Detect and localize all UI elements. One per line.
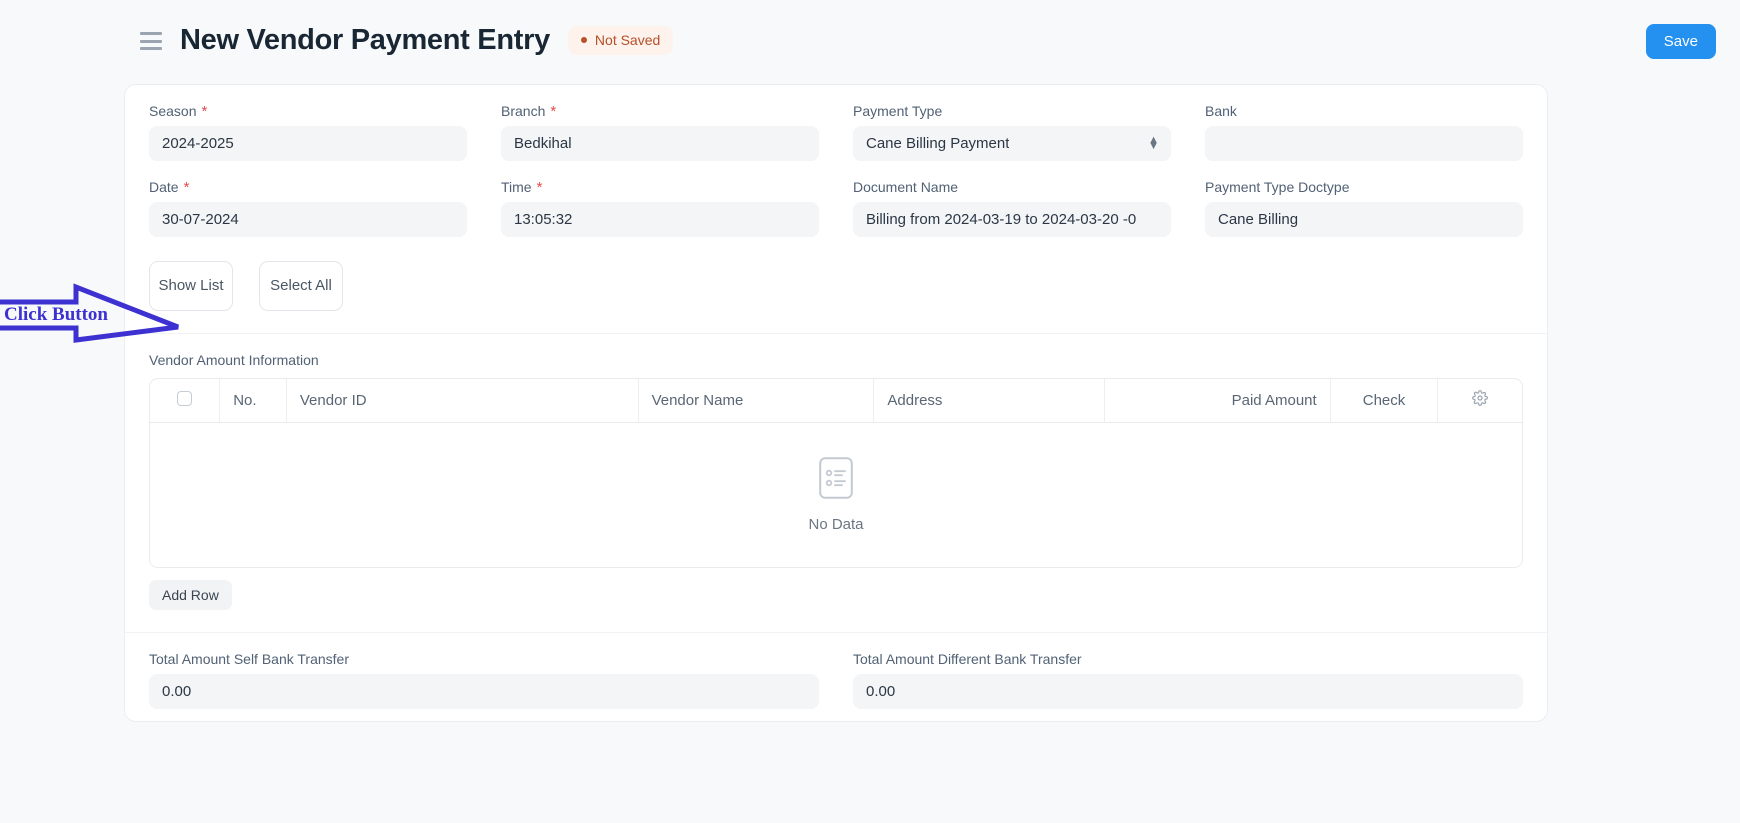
total-self-bank-input[interactable]: 0.00 xyxy=(149,674,819,709)
payment-type-doctype-input[interactable]: Cane Billing xyxy=(1205,202,1523,237)
save-button[interactable]: Save xyxy=(1645,24,1716,59)
date-input[interactable]: 30-07-2024 xyxy=(149,202,467,237)
time-input[interactable]: 13:05:32 xyxy=(501,202,819,237)
th-vendor-name: Vendor Name xyxy=(638,379,875,423)
vendor-table: No. Vendor ID Vendor Name Address Paid A… xyxy=(149,378,1523,568)
totals-grid: Total Amount Self Bank Transfer 0.00 Tot… xyxy=(149,651,1523,709)
field-branch: Branch * Bedkihal xyxy=(501,103,819,161)
document-list-icon xyxy=(819,457,853,504)
th-settings xyxy=(1437,379,1522,423)
table-header-row: No. Vendor ID Vendor Name Address Paid A… xyxy=(150,379,1522,423)
vendor-grid-section: Vendor Amount Information No. Vendor ID … xyxy=(125,333,1547,632)
payment-type-select[interactable]: Cane Billing Payment ▲ ▼ xyxy=(853,126,1171,161)
vendor-grid-label: Vendor Amount Information xyxy=(149,352,319,368)
required-marker: * xyxy=(183,178,190,196)
select-all-button[interactable]: Select All xyxy=(259,261,343,311)
th-check: Check xyxy=(1330,379,1439,423)
action-button-row: Show List Select All xyxy=(149,261,1523,311)
field-season: Season * 2024-2025 xyxy=(149,103,467,161)
field-label-branch: Branch * xyxy=(501,102,557,120)
field-label-total-different-bank: Total Amount Different Bank Transfer xyxy=(853,651,1082,667)
required-marker: * xyxy=(550,102,557,120)
field-total-self-bank: Total Amount Self Bank Transfer 0.00 xyxy=(149,651,819,709)
gear-icon[interactable] xyxy=(1472,390,1489,411)
field-label-bank: Bank xyxy=(1205,103,1237,119)
form-section: Season * 2024-2025 Branch * Bedkihal Pay… xyxy=(125,85,1547,333)
field-label-season: Season * xyxy=(149,102,208,120)
th-no: No. xyxy=(219,379,287,423)
required-marker: * xyxy=(536,178,543,196)
field-label-document-name: Document Name xyxy=(853,179,959,195)
annotation-label: Click Button xyxy=(4,304,108,325)
form-card: Season * 2024-2025 Branch * Bedkihal Pay… xyxy=(124,84,1548,722)
form-grid: Season * 2024-2025 Branch * Bedkihal Pay… xyxy=(149,103,1523,237)
status-dot-icon xyxy=(580,36,587,43)
th-paid-amount: Paid Amount xyxy=(1104,379,1331,423)
th-address: Address xyxy=(873,379,1106,423)
total-different-bank-input[interactable]: 0.00 xyxy=(853,674,1523,709)
field-total-different-bank: Total Amount Different Bank Transfer 0.0… xyxy=(853,651,1523,709)
th-select-all xyxy=(150,379,221,423)
field-label-time: Time * xyxy=(501,178,543,196)
page-title: New Vendor Payment Entry xyxy=(180,23,550,56)
vendor-table-element: No. Vendor ID Vendor Name Address Paid A… xyxy=(150,379,1522,423)
bank-input[interactable] xyxy=(1205,126,1523,161)
chevron-updown-icon: ▲ ▼ xyxy=(1148,133,1159,153)
field-time: Time * 13:05:32 xyxy=(501,179,819,237)
field-label-date: Date * xyxy=(149,178,190,196)
field-payment-type-doctype: Payment Type Doctype Cane Billing xyxy=(1205,179,1523,237)
status-badge-label: Not Saved xyxy=(594,31,661,48)
app-page: New Vendor Payment Entry Not Saved Save … xyxy=(0,0,1740,823)
add-row-button[interactable]: Add Row xyxy=(149,580,232,610)
table-empty-state: No Data xyxy=(150,423,1522,567)
field-document-name: Document Name Billing from 2024-03-19 to… xyxy=(853,179,1171,237)
field-payment-type: Payment Type Cane Billing Payment ▲ ▼ xyxy=(853,103,1171,161)
field-label-total-self-bank: Total Amount Self Bank Transfer xyxy=(149,651,349,667)
select-all-checkbox[interactable] xyxy=(177,391,193,406)
status-badge: Not Saved xyxy=(567,25,674,55)
field-bank: Bank xyxy=(1205,103,1523,161)
field-label-payment-type-doctype: Payment Type Doctype xyxy=(1205,179,1350,195)
empty-state-label: No Data xyxy=(808,516,864,533)
branch-input[interactable]: Bedkihal xyxy=(501,126,819,161)
hamburger-icon[interactable] xyxy=(140,32,162,50)
show-list-button[interactable]: Show List xyxy=(149,261,233,311)
th-vendor-id: Vendor ID xyxy=(286,379,639,423)
document-name-input[interactable]: Billing from 2024-03-19 to 2024-03-20 -0 xyxy=(853,202,1171,237)
field-date: Date * 30-07-2024 xyxy=(149,179,467,237)
required-marker: * xyxy=(201,102,208,120)
field-label-payment-type: Payment Type xyxy=(853,103,943,119)
page-header: New Vendor Payment Entry Not Saved xyxy=(0,0,1740,80)
totals-section: Total Amount Self Bank Transfer 0.00 Tot… xyxy=(125,632,1547,731)
season-input[interactable]: 2024-2025 xyxy=(149,126,467,161)
